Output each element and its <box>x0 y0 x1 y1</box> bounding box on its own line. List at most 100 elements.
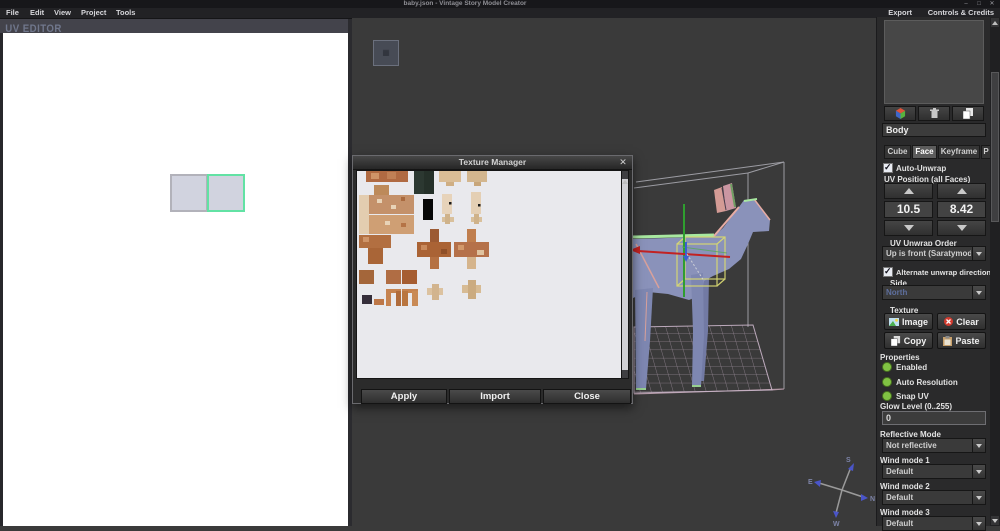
texture-image-button[interactable]: Image <box>884 313 933 330</box>
side-select[interactable]: North <box>882 285 986 300</box>
paste-icon <box>943 336 952 346</box>
trash-icon <box>930 108 939 119</box>
menu-project[interactable]: Project <box>77 8 110 18</box>
uv-u-increase-button[interactable] <box>884 183 933 199</box>
wind-mode-3-select[interactable]: Default <box>882 516 986 531</box>
unwrap-order-value: Up is front (Saratymode) <box>886 247 971 260</box>
delete-element-button[interactable] <box>918 106 950 121</box>
scroll-down-icon[interactable] <box>622 370 628 378</box>
checkbox-checked-icon <box>883 267 893 277</box>
chevron-down-icon <box>972 439 985 452</box>
glow-level-field[interactable] <box>882 411 986 425</box>
texture-atlas-canvas[interactable] <box>356 170 623 379</box>
compass-south-label: S <box>846 457 851 464</box>
texture-preview-box <box>884 20 984 104</box>
tab-cube[interactable]: Cube <box>884 145 911 159</box>
panel-scrollbar[interactable] <box>990 17 1000 526</box>
clear-button-label: Clear <box>956 317 979 327</box>
alternate-unwrap-checkbox[interactable]: Alternate unwrap direction <box>883 267 991 277</box>
snap-uv-label: Snap UV <box>896 392 929 401</box>
copy-button-label: Copy <box>904 336 927 346</box>
glow-level-label: Glow Level (0..255) <box>880 402 952 411</box>
image-button-label: Image <box>902 317 928 327</box>
arrow-down-icon <box>957 225 967 231</box>
unwrap-order-select[interactable]: Up is front (Saratymode) <box>882 246 986 261</box>
scrollbar-thumb[interactable] <box>991 72 999 222</box>
chevron-down-icon <box>972 517 985 530</box>
enabled-toggle[interactable]: Enabled <box>882 362 927 372</box>
wind-mode-2-select[interactable]: Default <box>882 490 986 505</box>
viewport-texture-toggle-button[interactable]: ▦ <box>373 40 399 66</box>
texture-paste-button[interactable]: Paste <box>937 332 986 349</box>
uv-u-value[interactable]: 10.5 <box>884 201 933 218</box>
uv-v-increase-button[interactable] <box>937 183 986 199</box>
toggle-on-icon <box>882 377 892 387</box>
chevron-down-icon <box>972 491 985 504</box>
wind-mode-1-value: Default <box>886 465 971 478</box>
minimize-button[interactable]: – <box>960 0 972 8</box>
wind-mode-1-select[interactable]: Default <box>882 464 986 479</box>
uv-face-left[interactable] <box>170 174 208 212</box>
checkbox-checked-icon <box>883 163 893 173</box>
dialog-scrollbar[interactable] <box>621 170 629 379</box>
cube-icon <box>895 108 906 119</box>
side-value: North <box>886 286 971 299</box>
image-icon <box>889 318 899 326</box>
maximize-button[interactable]: □ <box>973 0 985 8</box>
apply-button[interactable]: Apply <box>361 389 447 404</box>
menu-view[interactable]: View <box>50 8 75 18</box>
compass-west-label: W <box>833 521 840 526</box>
menu-file[interactable]: File <box>2 8 23 18</box>
scroll-down-icon[interactable] <box>991 516 999 525</box>
enabled-label: Enabled <box>896 363 927 372</box>
auto-unwrap-checkbox[interactable]: Auto-Unwrap <box>883 163 946 173</box>
texture-clear-button[interactable]: Clear <box>937 313 986 330</box>
element-name-field[interactable] <box>882 123 986 137</box>
wind-mode-2-value: Default <box>886 491 971 504</box>
arrow-up-icon <box>904 188 914 194</box>
chevron-down-icon <box>972 465 985 478</box>
uv-u-decrease-button[interactable] <box>884 220 933 236</box>
menu-tools[interactable]: Tools <box>112 8 139 18</box>
dialog-close-icon[interactable]: ✕ <box>617 156 629 169</box>
auto-resolution-toggle[interactable]: Auto Resolution <box>882 377 958 387</box>
add-cube-button[interactable] <box>884 106 916 121</box>
tab-keyframe[interactable]: Keyframe <box>938 145 980 159</box>
menu-edit[interactable]: Edit <box>26 8 48 18</box>
arrow-down-icon <box>904 225 914 231</box>
toggle-on-icon <box>882 362 892 372</box>
compass-indicator: S E N W <box>808 457 875 526</box>
uv-v-value[interactable]: 8.42 <box>937 201 986 218</box>
compass-north-label: N <box>870 496 875 503</box>
right-properties-panel: Cube Face Keyframe P Auto-Unwrap UV Posi… <box>876 17 990 526</box>
uv-editor-canvas[interactable] <box>3 33 348 526</box>
copy-icon <box>891 336 901 346</box>
auto-unwrap-label: Auto-Unwrap <box>896 164 946 173</box>
texture-manager-title: Texture Manager <box>353 156 632 169</box>
scroll-up-icon[interactable] <box>622 171 628 179</box>
close-button[interactable]: ✕ <box>986 0 998 8</box>
toggle-on-icon <box>882 391 892 401</box>
window-titlebar[interactable]: baby.json - Vintage Story Model Creator … <box>0 0 1000 8</box>
duplicate-icon <box>963 108 974 119</box>
dialog-footer-strip <box>353 379 632 389</box>
texture-manager-titlebar[interactable]: Texture Manager ✕ <box>353 156 632 170</box>
tab-face[interactable]: Face <box>912 145 937 159</box>
texture-copy-button[interactable]: Copy <box>884 332 933 349</box>
texture-manager-dialog: Texture Manager ✕ <box>352 155 633 404</box>
snap-uv-toggle[interactable]: Snap UV <box>882 391 929 401</box>
duplicate-element-button[interactable] <box>952 106 984 121</box>
close-button-dialog[interactable]: Close <box>543 389 631 404</box>
arrow-up-icon <box>957 188 967 194</box>
scroll-up-icon[interactable] <box>991 18 999 27</box>
uv-face-right-selected[interactable] <box>207 174 245 212</box>
auto-resolution-label: Auto Resolution <box>896 378 958 387</box>
chevron-down-icon <box>972 286 985 299</box>
wind-mode-3-value: Default <box>886 517 971 530</box>
texture-atlas <box>357 171 621 378</box>
uv-v-decrease-button[interactable] <box>937 220 986 236</box>
paste-button-label: Paste <box>955 336 979 346</box>
reflective-mode-select[interactable]: Not reflective <box>882 438 986 453</box>
import-button[interactable]: Import <box>449 389 541 404</box>
uv-editor-header: UV EDITOR <box>0 19 350 33</box>
